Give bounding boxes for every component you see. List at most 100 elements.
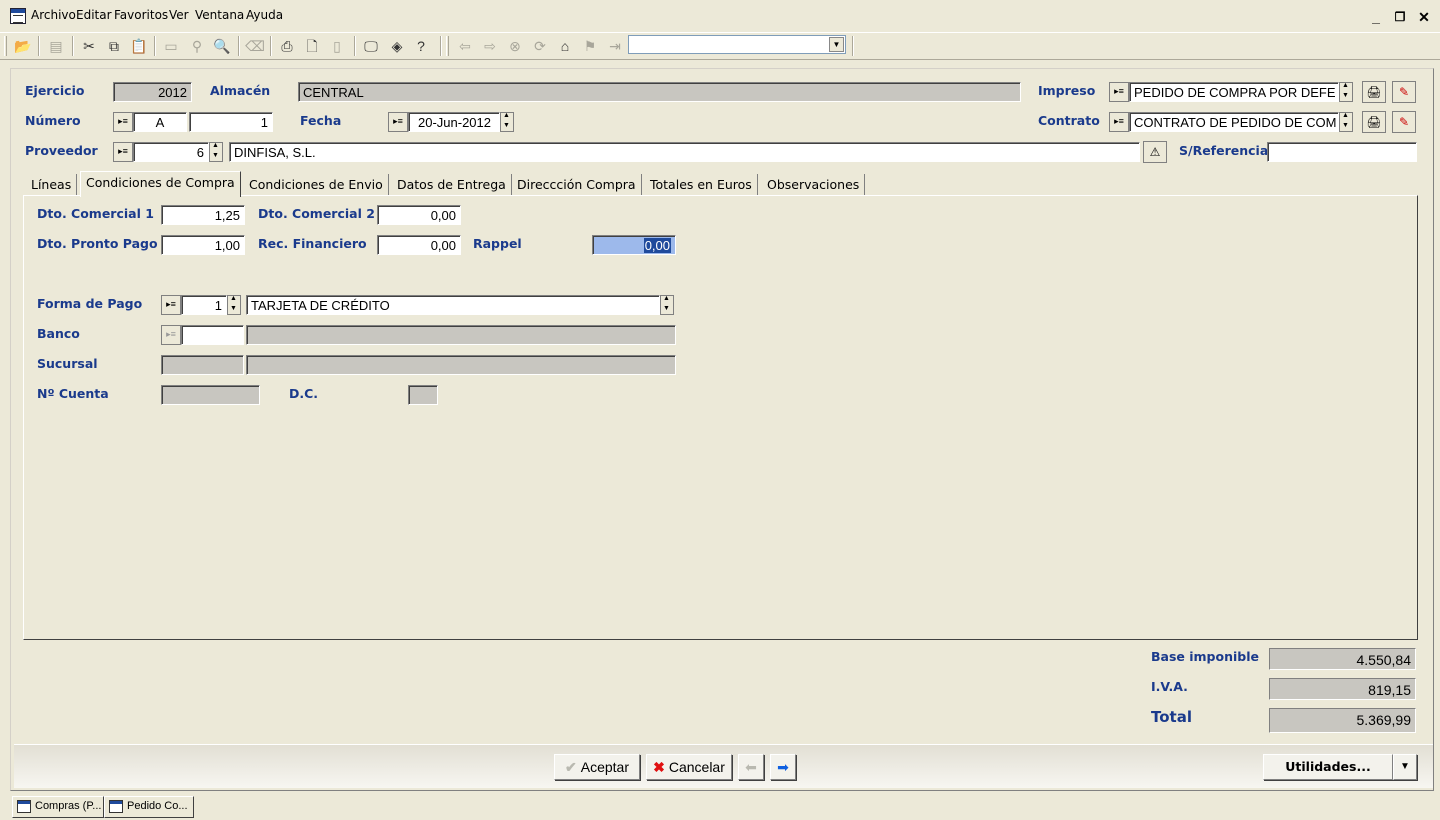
task-compras-label: Compras (P... bbox=[35, 800, 102, 812]
contrato-spinner[interactable] bbox=[1339, 112, 1353, 132]
tab-datos-entrega[interactable]: Datos de Entrega bbox=[392, 174, 512, 196]
cuenta-field[interactable] bbox=[161, 385, 260, 405]
tab-condiciones-envio[interactable]: Condiciones de Envio bbox=[244, 174, 389, 196]
proveedor-spinner[interactable] bbox=[209, 142, 223, 162]
toolbar-grip bbox=[446, 36, 449, 56]
print-icon[interactable]: ⎙ bbox=[276, 36, 298, 56]
forma-pago-spinner[interactable] bbox=[227, 295, 241, 315]
edit-report-icon[interactable]: ✎ bbox=[1392, 81, 1416, 103]
contrato-preview-icon[interactable]: 🖨 bbox=[1362, 111, 1386, 133]
home-icon[interactable]: ⌂ bbox=[554, 36, 576, 56]
close-icon[interactable]: ✕ bbox=[1414, 7, 1434, 26]
menu-editar[interactable]: Editar bbox=[76, 8, 112, 22]
proveedor-name-field[interactable]: DINFISA, S.L. bbox=[229, 142, 1140, 162]
back-icon[interactable]: ⇦ bbox=[454, 36, 476, 56]
search-icon[interactable]: 🔍 bbox=[211, 36, 233, 56]
menu-ver[interactable]: Ver bbox=[169, 8, 189, 22]
toolbar-separator bbox=[72, 36, 74, 56]
page-icon[interactable]: ▯ bbox=[326, 36, 348, 56]
printer-preview-icon[interactable]: 🖨 bbox=[1362, 81, 1386, 103]
copy-icon[interactable]: ⧉ bbox=[103, 36, 125, 56]
rec-financiero-field[interactable]: 0,00 bbox=[377, 235, 461, 255]
eraser-icon[interactable]: ⌫ bbox=[244, 36, 266, 56]
dto-comercial-1-label: Dto. Comercial 1 bbox=[37, 206, 154, 221]
fecha-field[interactable]: 20-Jun-2012 bbox=[408, 112, 500, 132]
dc-field[interactable] bbox=[408, 385, 438, 405]
chevron-down-icon[interactable]: ▼ bbox=[829, 37, 844, 52]
forward-icon[interactable]: ⇨ bbox=[479, 36, 501, 56]
contrato-picker-icon[interactable] bbox=[1109, 112, 1129, 132]
forma-pago-desc-spinner[interactable] bbox=[660, 295, 674, 315]
address-combo[interactable]: ▼ bbox=[628, 35, 846, 54]
tab-direccion-compra[interactable]: Direccción Compra bbox=[512, 174, 642, 196]
window-icon[interactable]: ▭ bbox=[160, 36, 182, 56]
impreso-spinner[interactable] bbox=[1339, 82, 1353, 102]
next-arrow-icon[interactable]: ➡ bbox=[770, 754, 796, 780]
menu-ayuda[interactable]: Ayuda bbox=[246, 8, 283, 22]
open-folder-icon[interactable]: 📂 bbox=[12, 36, 34, 56]
menu-archivo[interactable]: Archivo bbox=[31, 8, 76, 22]
utilidades-dropdown-icon[interactable]: ▼ bbox=[1393, 754, 1417, 780]
task-pedido[interactable]: Pedido Co... bbox=[104, 796, 194, 818]
fecha-picker-icon[interactable] bbox=[388, 112, 408, 132]
previous-arrow-icon[interactable]: ⬅ bbox=[738, 754, 764, 780]
almacen-field[interactable]: CENTRAL bbox=[298, 82, 1021, 102]
cross-icon: ✖ bbox=[653, 759, 665, 775]
go-icon[interactable]: ⇥ bbox=[604, 36, 626, 56]
numero-serie-field[interactable]: A bbox=[133, 112, 187, 132]
cut-icon[interactable]: ✂ bbox=[78, 36, 100, 56]
contrato-field[interactable]: CONTRATO DE PEDIDO DE COM bbox=[1129, 112, 1339, 132]
tab-condiciones-compra[interactable]: Condiciones de Compra bbox=[80, 171, 241, 197]
task-compras[interactable]: Compras (P... bbox=[12, 796, 104, 818]
stop-icon[interactable]: ⊗ bbox=[504, 36, 526, 56]
menu-favoritos[interactable]: Favoritos bbox=[114, 8, 168, 22]
sucursal-desc-field[interactable] bbox=[246, 355, 676, 375]
monitor-icon[interactable]: 🖵 bbox=[360, 36, 382, 56]
banco-code-field[interactable] bbox=[181, 325, 244, 345]
binoculars-icon[interactable]: ⚲ bbox=[186, 36, 208, 56]
dto-comercial-2-field[interactable]: 0,00 bbox=[377, 205, 461, 225]
sreferencia-field[interactable] bbox=[1267, 142, 1417, 162]
numero-picker-icon[interactable] bbox=[113, 112, 133, 132]
banco-picker-icon[interactable] bbox=[161, 325, 181, 345]
cancelar-button[interactable]: ✖ Cancelar bbox=[646, 754, 732, 780]
forma-pago-picker-icon[interactable] bbox=[161, 295, 181, 315]
refresh-icon[interactable]: ⟳ bbox=[529, 36, 551, 56]
sucursal-code-field[interactable] bbox=[161, 355, 244, 375]
contrato-edit-icon[interactable]: ✎ bbox=[1392, 111, 1416, 133]
utilidades-button[interactable]: Utilidades... bbox=[1263, 754, 1393, 780]
ejercicio-field[interactable]: 2012 bbox=[113, 82, 192, 102]
forma-pago-code-field[interactable]: 1 bbox=[181, 295, 227, 315]
cuenta-label: Nº Cuenta bbox=[37, 386, 109, 401]
menu-ventana[interactable]: Ventana bbox=[195, 8, 244, 22]
tab-totales-euros[interactable]: Totales en Euros bbox=[645, 174, 758, 196]
banco-desc-field[interactable] bbox=[246, 325, 676, 345]
proveedor-picker-icon[interactable] bbox=[113, 142, 133, 162]
help-icon[interactable]: ? bbox=[410, 36, 432, 56]
iva-value: 819,15 bbox=[1269, 678, 1416, 700]
paste-icon[interactable]: 📋 bbox=[128, 36, 150, 56]
proveedor-code-field[interactable]: 6 bbox=[133, 142, 209, 162]
restore-icon[interactable]: ❐ bbox=[1390, 7, 1410, 26]
eraser-tool-icon[interactable]: ◈ bbox=[386, 36, 408, 56]
toolbar-separator bbox=[154, 36, 156, 56]
sucursal-label: Sucursal bbox=[37, 356, 98, 371]
impreso-field[interactable]: PEDIDO DE COMPRA POR DEFE bbox=[1129, 82, 1339, 102]
favorites-icon[interactable]: ⚑ bbox=[579, 36, 601, 56]
numero-field[interactable]: 1 bbox=[189, 112, 273, 132]
app-window-icon[interactable] bbox=[10, 8, 26, 24]
tab-observaciones[interactable]: Observaciones bbox=[762, 174, 866, 196]
aceptar-button[interactable]: ✔ Aceptar bbox=[554, 754, 640, 780]
properties-icon[interactable]: ▤ bbox=[45, 36, 67, 56]
tab-lineas[interactable]: Líneas bbox=[26, 174, 78, 196]
print-preview-icon[interactable]: 🗋 bbox=[301, 36, 323, 56]
forma-pago-desc-field[interactable]: TARJETA DE CRÉDITO bbox=[246, 295, 660, 315]
dto-pronto-pago-field[interactable]: 1,00 bbox=[161, 235, 245, 255]
impreso-picker-icon[interactable] bbox=[1109, 82, 1129, 102]
warning-icon[interactable]: ⚠ bbox=[1143, 141, 1167, 163]
rappel-field[interactable]: 0,00 bbox=[592, 235, 676, 255]
dto-comercial-1-field[interactable]: 1,25 bbox=[161, 205, 245, 225]
fecha-spinner[interactable] bbox=[500, 112, 514, 132]
minimize-icon[interactable]: _ bbox=[1366, 7, 1386, 26]
base-imponible-label: Base imponible bbox=[1151, 649, 1259, 664]
